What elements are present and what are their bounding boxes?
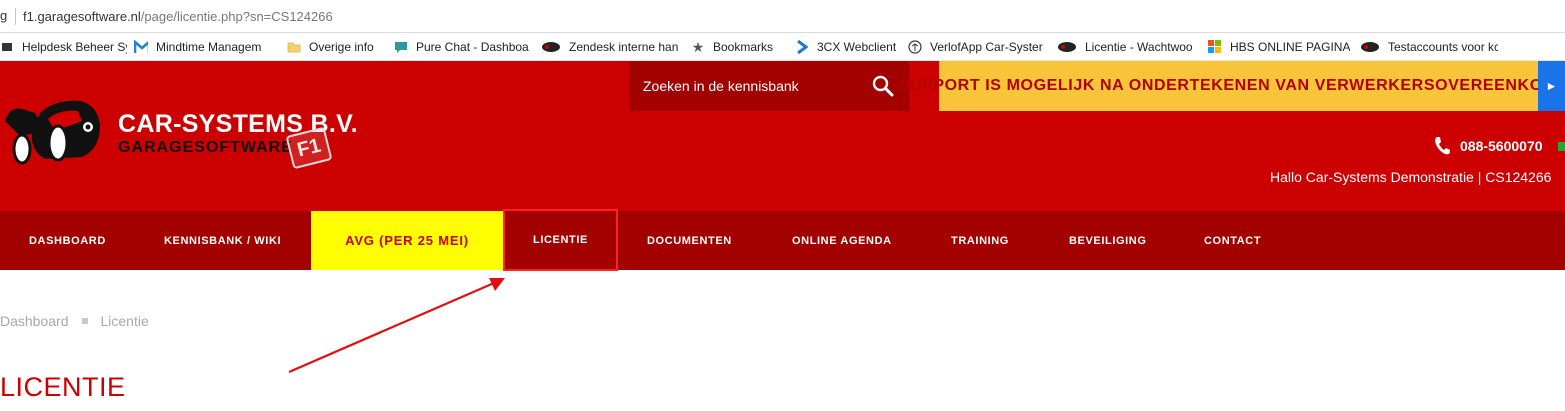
bookmark-bookmarks-folder[interactable]: ★ Bookmarks [691, 38, 791, 56]
bookmark-label: Testaccounts voor kc [1388, 40, 1498, 54]
bookmark-label: Zendesk interne han [569, 40, 679, 54]
nav-contact[interactable]: CONTACT [1204, 211, 1261, 270]
url-text[interactable]: f1.garagesoftware.nl/page/licentie.php?s… [23, 9, 333, 24]
search-input[interactable] [643, 75, 863, 97]
bookmark-hbs-online[interactable]: HBS ONLINE PAGINA [1208, 38, 1352, 56]
address-bar-edge-text: g [0, 8, 8, 23]
bookmark-label: Pure Chat - Dashboa [416, 40, 529, 54]
support-banner[interactable]: SUPPORT IS MOGELIJK NA ONDERTEKENEN VAN … [899, 61, 1565, 111]
annotation-arrow-line [288, 281, 495, 374]
breadcrumb-separator [81, 318, 88, 324]
nav-avg[interactable]: AVG (PER 25 MEI) [311, 211, 503, 270]
nav-beveiliging[interactable]: BEVEILIGING [1069, 211, 1147, 270]
address-bar[interactable]: g f1.garagesoftware.nl/page/licentie.php… [0, 0, 1565, 33]
bookmark-label: Mindtime Managem [156, 40, 262, 54]
bookmark-label: Licentie - Wachtwoo [1085, 40, 1193, 54]
bookmark-label: VerlofApp Car-Syster [930, 40, 1043, 54]
address-separator [15, 8, 16, 25]
bookmark-label: Bookmarks [713, 40, 774, 54]
banner-next-button[interactable]: ► [1538, 61, 1565, 111]
star-icon: ★ [691, 38, 705, 55]
annotation-arrow-head [489, 278, 505, 291]
search-icon[interactable] [871, 74, 895, 98]
chevron-3cx-icon [795, 40, 809, 54]
car-systems-icon [1360, 40, 1380, 54]
helpdesk-icon [0, 40, 14, 54]
user-greeting: Hallo Car-Systems Demonstratie | CS12426… [1270, 169, 1552, 185]
nav-documenten[interactable]: DOCUMENTEN [647, 211, 732, 270]
brand-subtitle: GARAGESOFTWARE [118, 139, 293, 156]
car-systems-icon [541, 40, 561, 54]
bookmark-3cx[interactable]: 3CX Webclient [795, 38, 900, 56]
bookmark-helpdesk[interactable]: Helpdesk Beheer Sys [0, 38, 127, 56]
phone-icon [1435, 137, 1450, 155]
url-host: f1.garagesoftware.nl [23, 9, 141, 24]
nav-training[interactable]: TRAINING [951, 211, 1009, 270]
breadcrumb-current: Licentie [100, 313, 149, 329]
palm-icon [908, 40, 922, 54]
bookmark-label: 3CX Webclient [817, 40, 897, 54]
breadcrumb: Dashboard Licentie [0, 313, 149, 329]
phone-number[interactable]: 088-5600070 [1460, 138, 1543, 154]
bookmark-label: Overige info [309, 40, 374, 54]
bookmark-pure-chat[interactable]: Pure Chat - Dashboa [394, 38, 531, 56]
page-title: LICENTIE [0, 372, 126, 402]
bookmark-label: HBS ONLINE PAGINA [1230, 40, 1351, 54]
bookmark-mindtime[interactable]: Mindtime Managem [134, 38, 271, 56]
mindtime-m-icon [134, 40, 148, 54]
nav-kennisbank-wiki[interactable]: KENNISBANK / WIKI [164, 211, 281, 270]
bookmark-licentie-wachtwoord[interactable]: Licentie - Wachtwoo [1057, 38, 1194, 56]
url-path: /page/licentie.php?sn=CS124266 [140, 9, 333, 24]
car-logo-icon[interactable] [0, 91, 105, 171]
main-navigation: DASHBOARD KENNISBANK / WIKI AVG (PER 25 … [0, 209, 1565, 271]
bookmark-label: Helpdesk Beheer Sys [22, 40, 127, 54]
car-systems-icon [1057, 40, 1077, 54]
bookmarks-bar: Helpdesk Beheer Sys Mindtime Managem Ove… [0, 33, 1565, 61]
bookmark-zendesk[interactable]: Zendesk interne han [541, 38, 680, 56]
bookmark-testaccounts[interactable]: Testaccounts voor kc [1360, 38, 1498, 56]
knowledge-base-search [629, 61, 909, 111]
folder-icon [287, 40, 301, 54]
breadcrumb-dashboard[interactable]: Dashboard [0, 313, 69, 329]
site-header: CAR-SYSTEMS B.V. GARAGESOFTWARE F1 SUPPO… [0, 61, 1565, 211]
nav-licentie[interactable]: LICENTIE [503, 209, 618, 271]
nav-dashboard[interactable]: DASHBOARD [29, 211, 106, 270]
nav-online-agenda[interactable]: ONLINE AGENDA [792, 211, 892, 270]
chat-bubble-icon [394, 40, 408, 54]
bookmark-verlofapp[interactable]: VerlofApp Car-Syster [908, 38, 1046, 56]
bookmark-overige-info[interactable]: Overige info [287, 38, 382, 56]
windows-icon [1208, 40, 1222, 54]
online-status-indicator [1558, 142, 1565, 151]
